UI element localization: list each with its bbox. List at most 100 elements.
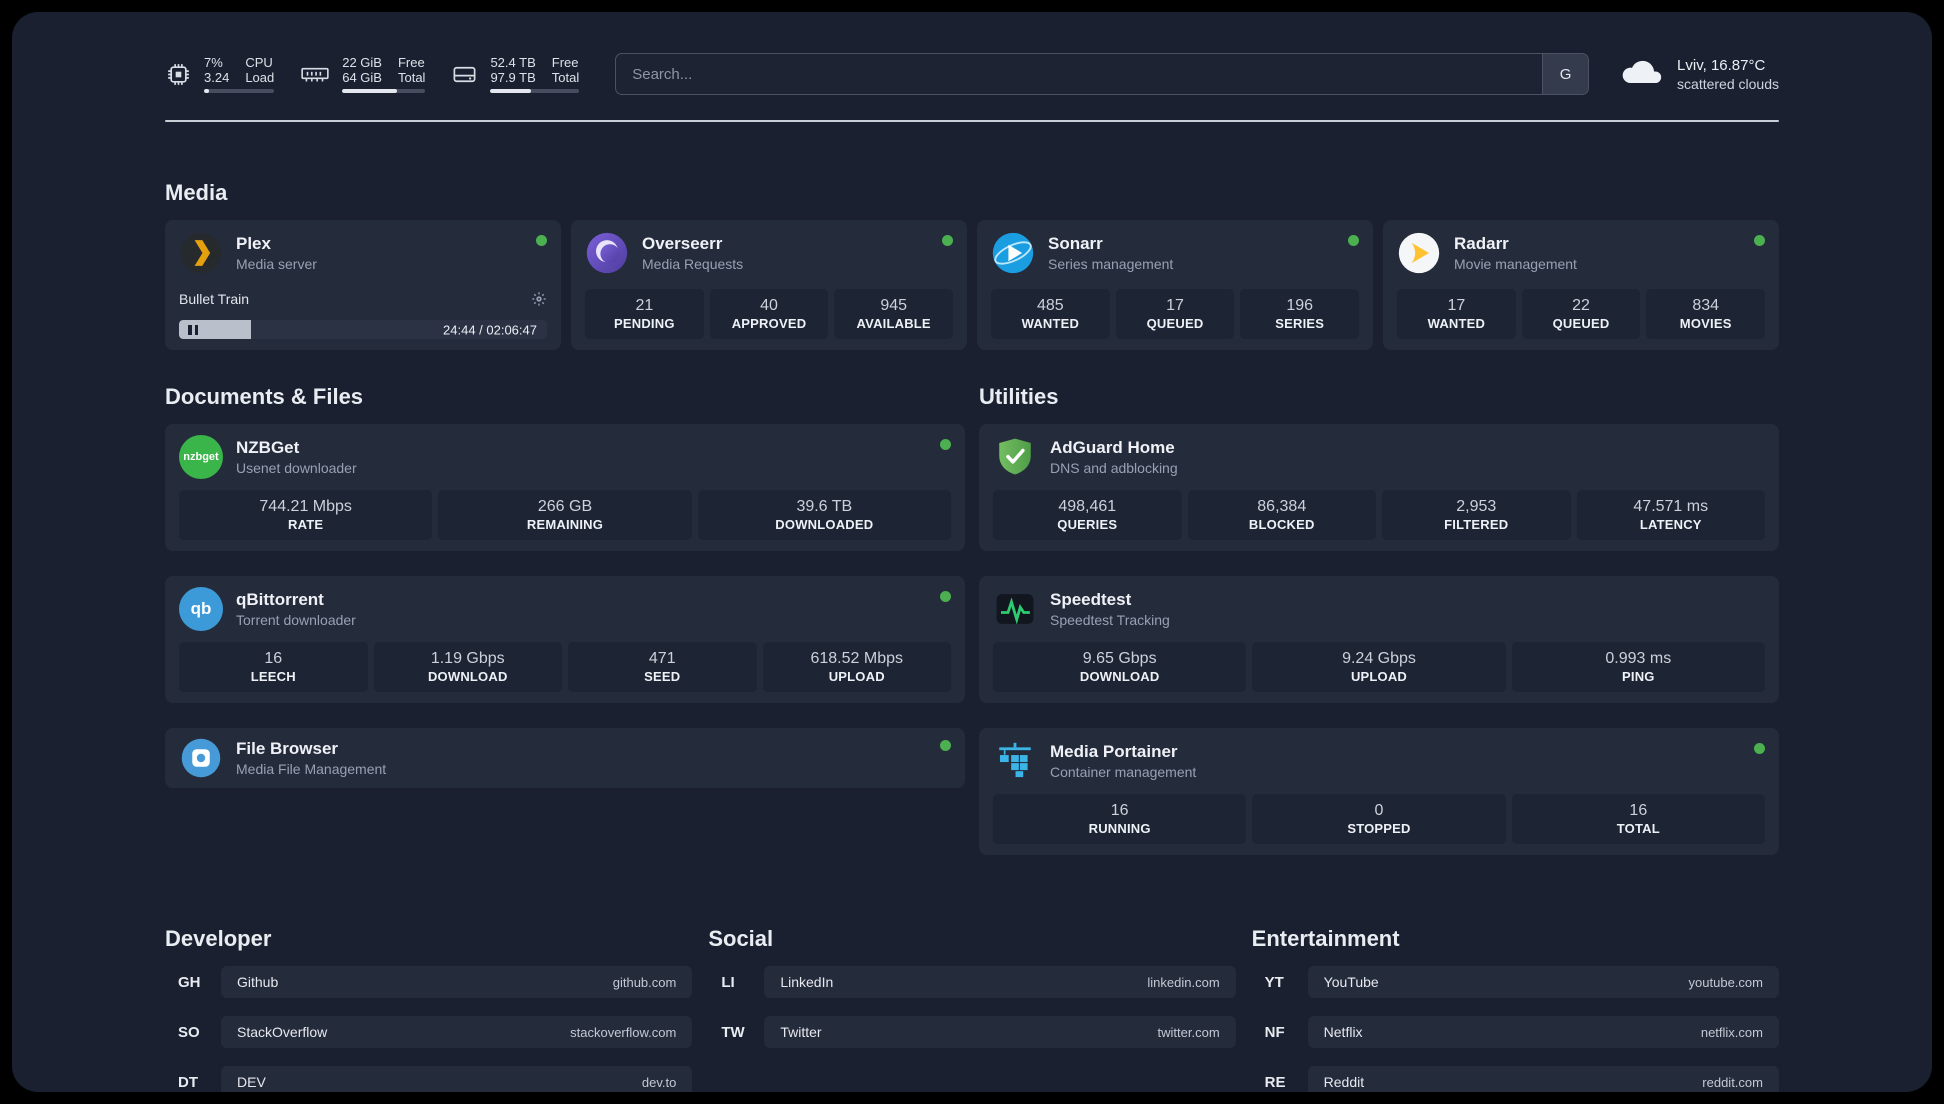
bookmark-url: dev.to <box>641 1074 677 1090</box>
stat-tile: 485 WANTED <box>991 289 1110 339</box>
bookmark-stackoverflow[interactable]: SO StackOverflow stackoverflow.com <box>165 1016 693 1048</box>
stat-value: 1.19 Gbps <box>430 650 505 667</box>
cloud-icon <box>1619 56 1665 92</box>
bookmark-name: Github <box>237 974 279 990</box>
app-name: AdGuard Home <box>1050 437 1175 457</box>
disk-total-value: 97.9 TB <box>490 70 536 85</box>
speedtest-icon <box>993 587 1037 631</box>
filebrowser-card[interactable]: File Browser Media File Management <box>165 728 965 788</box>
overseerr-card[interactable]: Overseerr Media Requests 21 PENDING 40 A… <box>571 220 967 350</box>
cpu-bar <box>204 89 275 93</box>
playback-progress-bar[interactable]: 24:44 / 02:06:47 <box>179 320 547 339</box>
nzbget-icon: nzbget <box>179 435 223 479</box>
stat-value: 21 <box>635 297 654 314</box>
speedtest-card[interactable]: Speedtest Speedtest Tracking 9.65 Gbps D… <box>979 576 1779 703</box>
stat-value: 266 GB <box>537 498 593 515</box>
bookmark-url: reddit.com <box>1702 1074 1763 1090</box>
qbittorrent-card[interactable]: qb qBittorrent Torrent downloader 16 LEE… <box>165 576 965 703</box>
stat-value: 17 <box>1166 297 1184 314</box>
stat-tile: 744.21 Mbps RATE <box>179 490 433 540</box>
disk-icon <box>451 61 478 88</box>
bookmark-linkedin[interactable]: LI LinkedIn linkedin.com <box>708 966 1236 998</box>
stat-label: QUEUED <box>1552 316 1610 331</box>
ram-bar <box>342 89 426 93</box>
stat-label: WANTED <box>1021 316 1080 331</box>
ram-widget: 22 GiB 64 GiB Free Total <box>300 55 426 93</box>
disk-stats: 52.4 TB 97.9 TB Free Total <box>490 55 580 93</box>
now-playing-title: Bullet Train <box>179 290 250 307</box>
bookmark-name: YouTube <box>1323 974 1379 990</box>
media-section-title: Media <box>165 180 228 205</box>
stat-tile: 0.993 ms PING <box>1511 642 1765 692</box>
stat-value: 9.65 Gbps <box>1082 650 1157 667</box>
stat-tile: 471 SEED <box>568 642 757 692</box>
stat-tile: 196 SERIES <box>1240 289 1360 339</box>
utilities-section-title: Utilities <box>979 384 1059 409</box>
stat-label: QUEUED <box>1146 316 1204 331</box>
sonarr-card[interactable]: Sonarr Series management 485 WANTED 17 Q… <box>977 220 1373 350</box>
app-name: Media Portainer <box>1050 741 1178 761</box>
app-name: Sonarr <box>1048 233 1103 253</box>
nzbget-card[interactable]: nzbget NZBGet Usenet downloader 744.21 M… <box>165 424 965 551</box>
status-dot <box>1754 235 1765 246</box>
playback-time: 24:44 / 02:06:47 <box>443 322 537 337</box>
bookmark-youtube[interactable]: YT YouTube youtube.com <box>1252 966 1779 998</box>
social-section-title: Social <box>708 926 774 951</box>
bookmark-name: StackOverflow <box>237 1024 328 1040</box>
adguard-card[interactable]: AdGuard Home DNS and adblocking 498,461 … <box>979 424 1779 551</box>
stat-tile: 22 QUEUED <box>1521 289 1641 339</box>
bookmark-dev[interactable]: DT DEV dev.to <box>165 1066 693 1092</box>
stat-label: DOWNLOADED <box>775 517 874 532</box>
portainer-card[interactable]: Media Portainer Container management 16 … <box>979 728 1779 855</box>
app-name: Radarr <box>1454 233 1509 253</box>
stat-value: 0.993 ms <box>1605 650 1672 667</box>
bookmark-name: LinkedIn <box>780 974 834 990</box>
stat-tile: 9.65 Gbps DOWNLOAD <box>993 642 1247 692</box>
disk-total-label: Total <box>551 70 580 85</box>
bookmark-name: DEV <box>237 1074 266 1090</box>
app-name: NZBGet <box>236 437 300 457</box>
portainer-icon <box>993 739 1037 783</box>
bookmark-github[interactable]: GH Github github.com <box>165 966 693 998</box>
search-engine-button[interactable]: G <box>1542 54 1589 94</box>
stat-value: 16 <box>1629 802 1648 819</box>
bookmark-reddit[interactable]: RE Reddit reddit.com <box>1252 1066 1779 1092</box>
radarr-card[interactable]: Radarr Movie management 17 WANTED 22 QUE… <box>1383 220 1779 350</box>
stat-tile: 0 STOPPED <box>1252 794 1506 844</box>
stat-value: 17 <box>1447 297 1466 314</box>
stat-value: 2,953 <box>1456 498 1497 515</box>
cpu-load-value: 3.24 <box>204 70 230 85</box>
stat-tile: 834 MOVIES <box>1646 289 1766 339</box>
cpu-load-label: Load <box>245 70 275 85</box>
plex-card[interactable]: Plex Media server Bullet Train 24:44 / 0… <box>165 220 561 350</box>
sonarr-icon <box>991 231 1035 275</box>
stat-label: SERIES <box>1275 316 1325 331</box>
bookmark-url: youtube.com <box>1688 974 1763 990</box>
pause-icon[interactable] <box>188 324 198 335</box>
stat-tile: 40 APPROVED <box>709 289 829 339</box>
app-name: File Browser <box>236 738 339 758</box>
search-input[interactable] <box>616 54 1543 94</box>
status-dot <box>1754 743 1765 754</box>
ram-free-value: 22 GiB <box>342 55 382 70</box>
status-dot <box>1348 235 1359 246</box>
stat-value: 16 <box>1110 802 1129 819</box>
stat-value: 471 <box>648 650 676 667</box>
bookmark-abbr: TW <box>721 1023 745 1041</box>
nzbget-wordmark: nzbget <box>183 451 219 463</box>
ram-icon <box>300 61 330 87</box>
status-dot <box>536 235 547 246</box>
stat-label: DOWNLOAD <box>427 669 508 684</box>
bookmark-twitter[interactable]: TW Twitter twitter.com <box>708 1016 1236 1048</box>
disk-bar <box>490 89 580 93</box>
app-subtitle: Media server <box>236 255 317 272</box>
gear-icon[interactable] <box>531 291 547 307</box>
status-dot <box>940 740 951 751</box>
bookmark-netflix[interactable]: NF Netflix netflix.com <box>1252 1016 1779 1048</box>
stat-tile: 945 AVAILABLE <box>834 289 954 339</box>
utilities-section: Utilities AdGuard Home DNS and adblockin… <box>979 384 1779 880</box>
stat-tile: 17 WANTED <box>1397 289 1516 339</box>
stat-value: 0 <box>1374 802 1384 819</box>
bookmark-abbr: RE <box>1264 1073 1286 1091</box>
stat-label: TOTAL <box>1616 821 1660 836</box>
